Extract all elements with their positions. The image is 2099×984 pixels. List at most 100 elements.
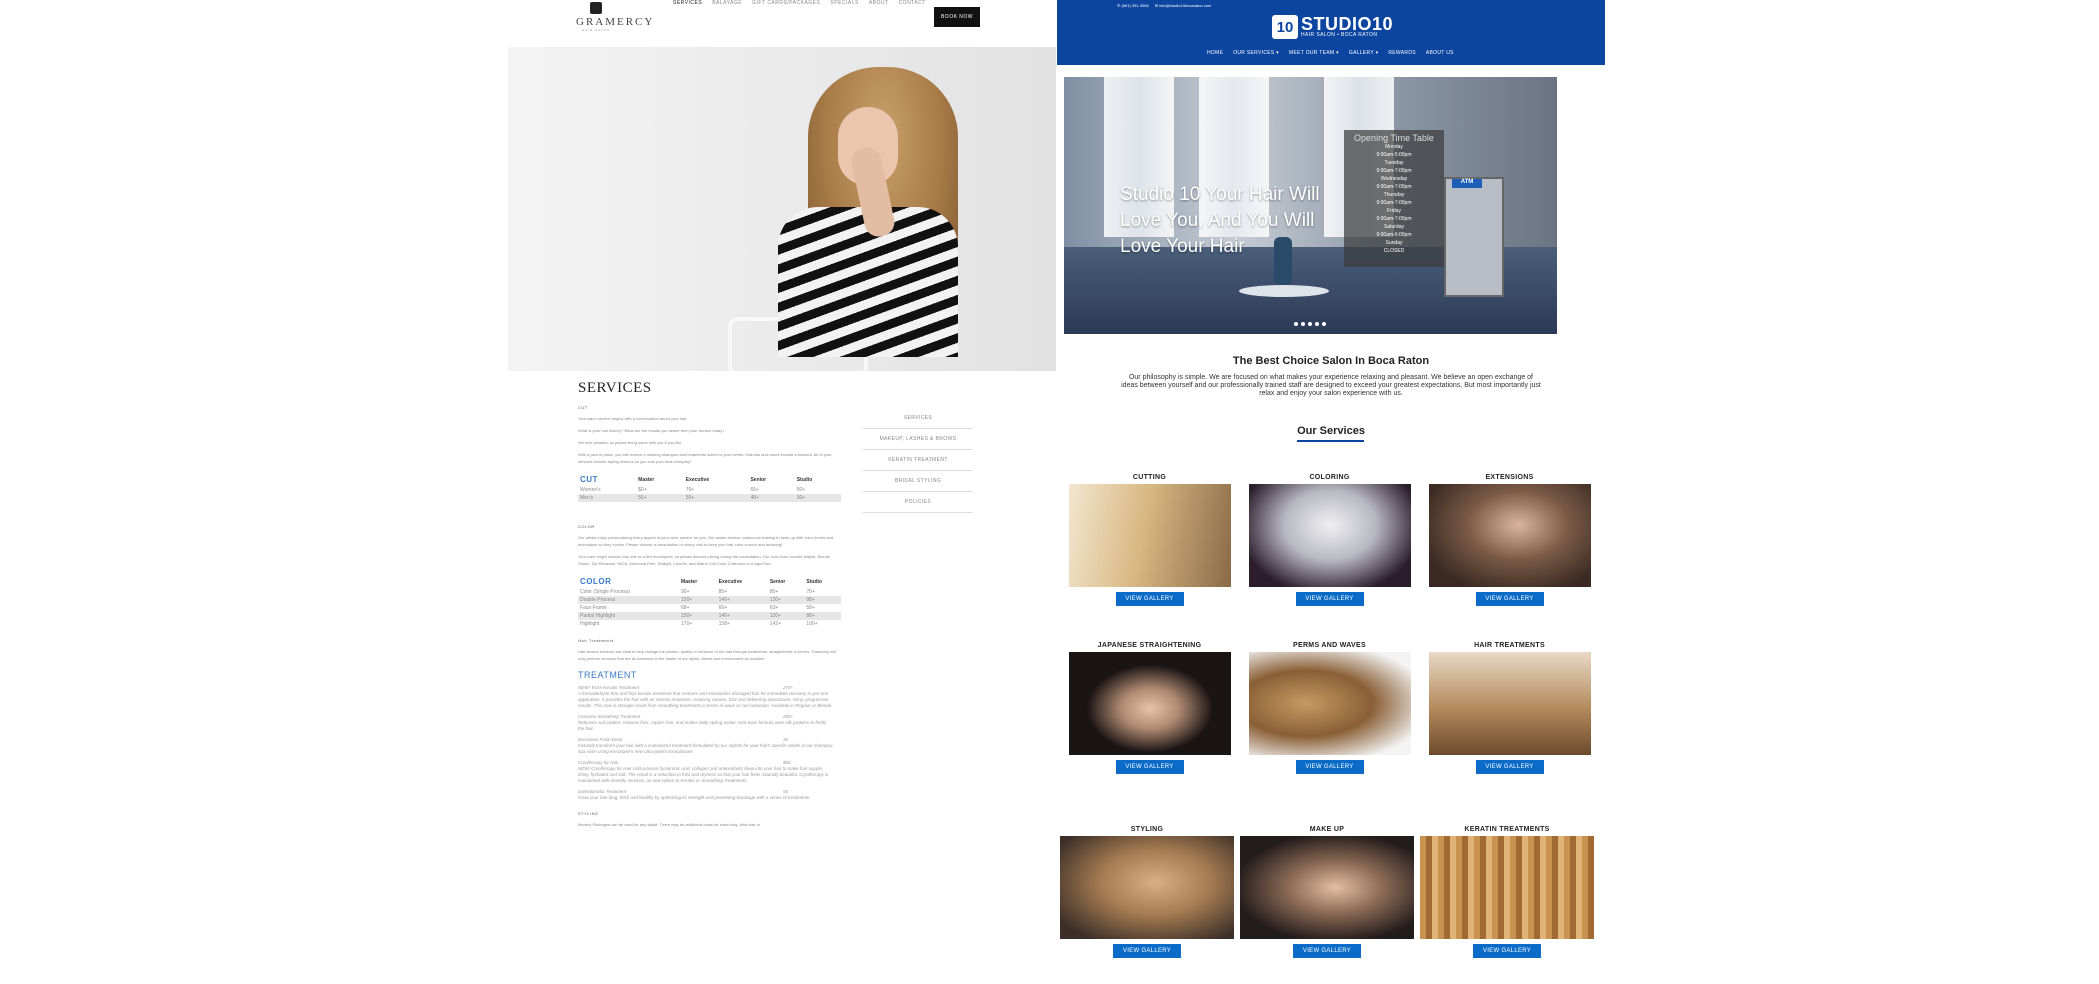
table-header: Senior bbox=[769, 578, 786, 585]
cut-para: What is your hair history? What are the … bbox=[578, 428, 725, 433]
table-category: COLOR bbox=[580, 577, 612, 586]
treatment-price: $50 bbox=[783, 760, 791, 765]
nav-services[interactable]: SERVICES bbox=[673, 0, 702, 6]
sidebar-item-makeup[interactable]: MAKEUP, LASHES & BROWS bbox=[863, 429, 973, 450]
nav-specials[interactable]: SPECIALS bbox=[830, 0, 858, 6]
services-content: SERVICES CUT Your salon service begins w… bbox=[578, 380, 1048, 828]
nav-about-us[interactable]: ABOUT US bbox=[1426, 50, 1454, 56]
service-image-cutting[interactable] bbox=[1068, 484, 1231, 587]
services-title: SERVICES bbox=[578, 380, 652, 396]
studio10-header: ✆ (561) 391-3960 ✉ info@studio10bocarato… bbox=[1057, 0, 1605, 65]
view-gallery-button[interactable]: VIEW GALLERY bbox=[1473, 944, 1541, 958]
treatment-title: TREATMENT bbox=[578, 670, 637, 680]
treatment-desc: Instantly transform your hair with a cus… bbox=[578, 743, 833, 754]
treatment-price: 200+ bbox=[783, 714, 794, 719]
slider-table bbox=[1239, 285, 1329, 297]
row-name: Color (Single Process) bbox=[580, 589, 631, 595]
gramercy-logo[interactable]: GRAMERCY HAIR SALON bbox=[576, 2, 652, 32]
cell: 90+ bbox=[681, 589, 690, 595]
service-card-hair-treatments: HAIR TREATMENTS VIEW GALLERY bbox=[1427, 642, 1592, 774]
gramercy-logo-sub: HAIR SALON bbox=[581, 28, 611, 32]
cell: 88+ bbox=[804, 612, 841, 620]
sidebar-item-keratin[interactable]: KERATIN TREATMENT bbox=[863, 450, 973, 471]
slider-dot[interactable] bbox=[1315, 322, 1319, 326]
view-gallery-button[interactable]: VIEW GALLERY bbox=[1115, 760, 1184, 774]
color-heading: COLOR bbox=[578, 524, 595, 529]
cell: 75+ bbox=[685, 487, 695, 493]
sidebar-item-bridal[interactable]: BRIDAL STYLING bbox=[863, 471, 973, 492]
nav-rewards[interactable]: REWARDS bbox=[1388, 50, 1415, 56]
cut-para: We love pictures, so please bring some w… bbox=[578, 440, 683, 445]
slider-dot[interactable] bbox=[1294, 322, 1298, 326]
service-image-extensions[interactable] bbox=[1428, 484, 1591, 587]
table-row: Highlight 170+ 158+ 142+ 100+ bbox=[578, 620, 841, 628]
phone-text: (561) 391-3960 bbox=[1121, 3, 1149, 8]
slider-dot[interactable] bbox=[1308, 322, 1312, 326]
timetable-line: Monday bbox=[1385, 144, 1403, 150]
service-label: MAKE UP bbox=[1309, 826, 1345, 833]
treatment-desc: NEW! Cryotherapy for Hair cold-process h… bbox=[578, 766, 829, 783]
slider-dot[interactable] bbox=[1301, 322, 1305, 326]
timetable-line: 9:00am-7:00pm bbox=[1376, 216, 1412, 222]
table-header: Master bbox=[681, 578, 698, 585]
view-gallery-button[interactable]: VIEW GALLERY bbox=[1295, 760, 1364, 774]
view-gallery-button[interactable]: VIEW GALLERY bbox=[1295, 592, 1364, 606]
studio10-logo[interactable]: 10 STUDIO10 HAIR SALON • BOCA RATON bbox=[1272, 15, 1393, 39]
row-name: Women's bbox=[580, 487, 601, 493]
logo-badge: 10 bbox=[1272, 15, 1298, 39]
phone-link[interactable]: ✆ (561) 391-3960 bbox=[1117, 3, 1149, 8]
nav-our-services[interactable]: OUR SERVICES ▾ bbox=[1233, 50, 1279, 56]
gramercy-page: GRAMERCY HAIR SALON SERVICES BALAYAGE GI… bbox=[508, 0, 1056, 984]
email-link[interactable]: ✉ info@studio10bocaraton.com bbox=[1155, 3, 1212, 8]
cell: 100+ bbox=[806, 621, 818, 627]
sidebar-item-policies[interactable]: POLICIES bbox=[863, 492, 973, 513]
hero-slider[interactable]: ATM Studio 10 Your Hair Will Love You, A… bbox=[1064, 77, 1557, 334]
service-card-japanese-straightening: JAPANESE STRAIGHTENING VIEW GALLERY bbox=[1067, 642, 1232, 774]
services-sidebar: SERVICES MAKEUP, LASHES & BROWS KERATIN … bbox=[863, 408, 973, 513]
slider-dot[interactable] bbox=[1322, 322, 1326, 326]
timetable-line: CLOSED bbox=[1383, 248, 1405, 254]
cell: 158+ bbox=[718, 621, 730, 627]
view-gallery-button[interactable]: VIEW GALLERY bbox=[1475, 592, 1544, 606]
opening-time-table: Opening Time Table Monday 9:00am-5:00pm … bbox=[1344, 130, 1444, 267]
service-image-make-up[interactable] bbox=[1240, 836, 1414, 939]
service-card-cutting: CUTTING VIEW GALLERY bbox=[1067, 474, 1232, 606]
nav-meet-our-team[interactable]: MEET OUR TEAM ▾ bbox=[1289, 50, 1339, 56]
service-image-keratin-treatments[interactable] bbox=[1420, 836, 1594, 939]
timetable-line: 9:00am-7:00pm bbox=[1376, 168, 1412, 174]
nav-balayage[interactable]: BALAYAGE bbox=[712, 0, 742, 6]
atm-sign: ATM bbox=[1452, 179, 1482, 188]
nav-gift-cards[interactable]: GIFT CARDS/PACKAGES bbox=[752, 0, 820, 6]
service-card-styling: STYLING VIEW GALLERY bbox=[1059, 826, 1235, 958]
view-gallery-button[interactable]: VIEW GALLERY bbox=[1475, 760, 1544, 774]
nav-gallery[interactable]: GALLERY ▾ bbox=[1349, 50, 1379, 56]
table-row: Color (Single Process) 90+ 85+ 80+ 70+ bbox=[578, 588, 841, 596]
service-image-perms-and-waves[interactable] bbox=[1248, 652, 1411, 755]
timetable-line: 9:00am-5:00pm bbox=[1376, 152, 1412, 158]
cell: 170+ bbox=[681, 621, 693, 627]
service-image-hair-treatments[interactable] bbox=[1428, 652, 1591, 755]
book-now-button[interactable]: BOOK NOW bbox=[934, 7, 980, 27]
sidebar-item-services[interactable]: SERVICES bbox=[863, 408, 973, 429]
service-image-japanese-straightening[interactable] bbox=[1068, 652, 1231, 755]
studio10-page: ▲ ✆ (561) 391-3960 ✉ info@studio10bocara… bbox=[1057, 0, 1605, 984]
service-card-perms-and-waves: PERMS AND WAVES VIEW GALLERY bbox=[1247, 642, 1412, 774]
nav-contact[interactable]: CONTACT bbox=[899, 0, 926, 6]
timetable-line: Wednesday bbox=[1380, 176, 1408, 182]
service-image-styling[interactable] bbox=[1060, 836, 1234, 939]
cell: 50+ bbox=[683, 494, 749, 502]
service-image-coloring[interactable] bbox=[1248, 484, 1411, 587]
view-gallery-button[interactable]: VIEW GALLERY bbox=[1115, 592, 1184, 606]
service-label: COLORING bbox=[1309, 474, 1350, 481]
timetable-line: Thursday bbox=[1383, 192, 1405, 198]
nav-home[interactable]: HOME bbox=[1207, 50, 1223, 56]
row-name: Men's bbox=[578, 494, 637, 502]
service-label: HAIR TREATMENTS bbox=[1474, 642, 1545, 649]
cell: 85+ bbox=[718, 589, 728, 595]
timetable-line: Sunday bbox=[1385, 240, 1403, 246]
email-text: info@studio10bocaraton.com bbox=[1159, 3, 1212, 8]
nav-about[interactable]: ABOUT bbox=[869, 0, 889, 6]
view-gallery-button[interactable]: VIEW GALLERY bbox=[1293, 944, 1361, 958]
table-header: Master bbox=[638, 476, 655, 483]
view-gallery-button[interactable]: VIEW GALLERY bbox=[1113, 944, 1181, 958]
